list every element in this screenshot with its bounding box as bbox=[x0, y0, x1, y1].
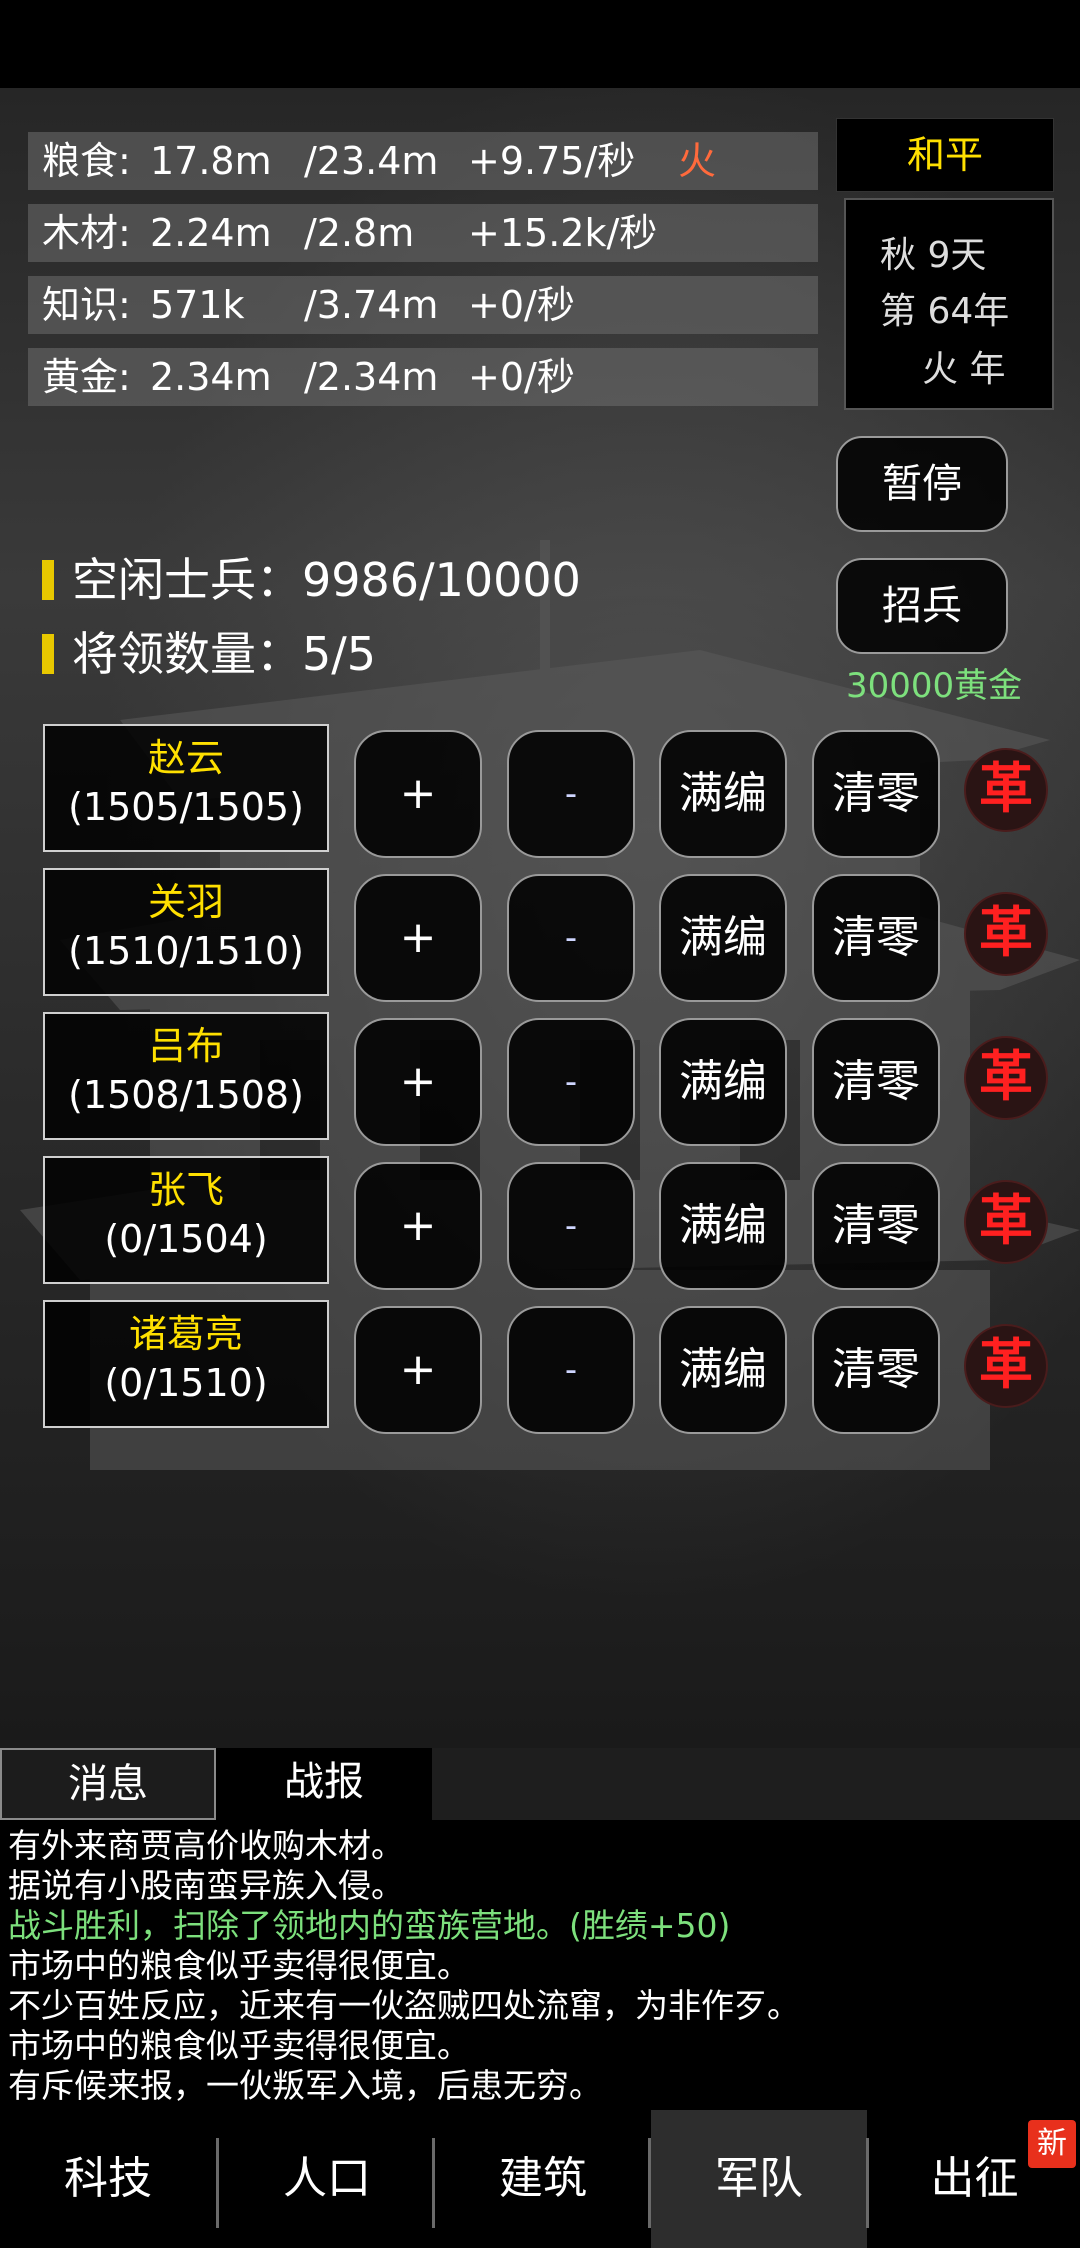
pause-button[interactable]: 暂停 bbox=[836, 436, 1008, 532]
add-troops-button[interactable]: + bbox=[354, 1162, 482, 1290]
clear-troops-button[interactable]: 清零 bbox=[812, 1162, 940, 1290]
dismiss-general-button[interactable]: 革 bbox=[964, 1180, 1048, 1264]
general-card[interactable]: 关羽 (1510/1510) bbox=[43, 868, 329, 996]
new-badge: 新 bbox=[1028, 2120, 1076, 2168]
clear-troops-button[interactable]: 清零 bbox=[812, 1306, 940, 1434]
general-card[interactable]: 张飞 (0/1504) bbox=[43, 1156, 329, 1284]
resource-current: 2.34m bbox=[150, 355, 272, 399]
date-panel: 秋 9天 第 64年 火 年 bbox=[844, 198, 1054, 410]
resource-rate: +9.75/秒 bbox=[468, 139, 636, 183]
remove-troops-button[interactable]: - bbox=[507, 730, 635, 858]
status-bar bbox=[0, 0, 1080, 88]
add-troops-button[interactable]: + bbox=[354, 1018, 482, 1146]
fill-troops-button[interactable]: 满编 bbox=[659, 1306, 787, 1434]
log-line: 有外来商贾高价收购木材。 bbox=[8, 1826, 404, 1865]
season-day: 秋 9天 bbox=[880, 235, 987, 276]
resource-max: /23.4m bbox=[304, 139, 439, 183]
resource-row-wood: 木材: 2.24m /2.8m +15.2k/秒 bbox=[28, 204, 818, 262]
resource-row-knowledge: 知识: 571k /3.74m +0/秒 bbox=[28, 276, 818, 334]
general-name: 吕布 bbox=[147, 1024, 224, 1068]
resource-current: 2.24m bbox=[150, 211, 272, 255]
dismiss-general-button[interactable]: 革 bbox=[964, 1036, 1048, 1120]
resource-rate: +15.2k/秒 bbox=[468, 211, 658, 255]
resource-current: 571k bbox=[150, 283, 245, 327]
peace-status: 和平 bbox=[836, 118, 1054, 192]
log-line: 战斗胜利，扫除了领地内的蛮族营地。(胜绩+50) bbox=[8, 1906, 731, 1945]
resource-row-gold: 黄金: 2.34m /2.34m +0/秒 bbox=[28, 348, 818, 406]
recruit-button[interactable]: 招兵 bbox=[836, 558, 1008, 654]
resource-row-food: 粮食: 17.8m /23.4m +9.75/秒 火 bbox=[28, 132, 818, 190]
general-name: 张飞 bbox=[147, 1168, 224, 1212]
clear-troops-button[interactable]: 清零 bbox=[812, 874, 940, 1002]
resource-rate: +0/秒 bbox=[468, 355, 575, 399]
fill-troops-button[interactable]: 满编 bbox=[659, 874, 787, 1002]
general-count-line: 将领数量：5/5 bbox=[42, 618, 376, 684]
log-line: 据说有小股南蛮异族入侵。 bbox=[8, 1866, 404, 1905]
remove-troops-button[interactable]: - bbox=[507, 1306, 635, 1434]
clear-troops-button[interactable]: 清零 bbox=[812, 730, 940, 858]
fill-troops-button[interactable]: 满编 bbox=[659, 1162, 787, 1290]
tab-battle-reports[interactable]: 战报 bbox=[216, 1748, 432, 1820]
fill-troops-button[interactable]: 满编 bbox=[659, 1018, 787, 1146]
nav-tech[interactable]: 科技 bbox=[0, 2110, 216, 2248]
resource-max: /2.34m bbox=[304, 355, 439, 399]
resource-name: 黄金: bbox=[42, 355, 131, 399]
resource-name: 木材: bbox=[42, 211, 131, 255]
resource-name: 知识: bbox=[42, 283, 131, 327]
log-line: 有斥候来报，一伙叛军入境，后患无穷。 bbox=[8, 2066, 602, 2105]
dismiss-general-button[interactable]: 革 bbox=[964, 1324, 1048, 1408]
remove-troops-button[interactable]: - bbox=[507, 1018, 635, 1146]
general-troops: (1505/1505) bbox=[68, 785, 304, 829]
resource-rate: +0/秒 bbox=[468, 283, 575, 327]
idle-soldiers-text: 空闲士兵：9986/10000 bbox=[72, 553, 581, 607]
tab-messages[interactable]: 消息 bbox=[0, 1748, 216, 1820]
resource-max: /2.8m bbox=[304, 211, 415, 255]
log-tabs: 消息 战报 bbox=[0, 1748, 432, 1820]
nav-army[interactable]: 军队 bbox=[651, 2110, 867, 2248]
log-line: 不少百姓反应，近来有一伙盗贼四处流窜，为非作歹。 bbox=[8, 1986, 800, 2025]
general-name: 赵云 bbox=[147, 736, 224, 780]
fill-troops-button[interactable]: 满编 bbox=[659, 730, 787, 858]
log-line: 市场中的粮食似乎卖得很便宜。 bbox=[8, 1946, 470, 1985]
resource-max: /3.74m bbox=[304, 283, 439, 327]
bottom-nav: 科技 人口 建筑 军队 出征 bbox=[0, 2110, 1080, 2248]
dismiss-general-button[interactable]: 革 bbox=[964, 748, 1048, 832]
clear-troops-button[interactable]: 清零 bbox=[812, 1018, 940, 1146]
idle-soldiers-line: 空闲士兵：9986/10000 bbox=[42, 544, 581, 610]
general-name: 关羽 bbox=[147, 880, 224, 924]
nav-population[interactable]: 人口 bbox=[219, 2110, 435, 2248]
remove-troops-button[interactable]: - bbox=[507, 874, 635, 1002]
general-troops: (1510/1510) bbox=[68, 929, 304, 973]
recruit-cost: 30000黄金 bbox=[846, 666, 1023, 706]
remove-troops-button[interactable]: - bbox=[507, 1162, 635, 1290]
general-card[interactable]: 吕布 (1508/1508) bbox=[43, 1012, 329, 1140]
add-troops-button[interactable]: + bbox=[354, 874, 482, 1002]
add-troops-button[interactable]: + bbox=[354, 730, 482, 858]
general-count-text: 将领数量：5/5 bbox=[72, 627, 377, 681]
dismiss-general-button[interactable]: 革 bbox=[964, 892, 1048, 976]
resource-name: 粮食: bbox=[42, 139, 131, 183]
general-card[interactable]: 赵云 (1505/1505) bbox=[43, 724, 329, 852]
add-troops-button[interactable]: + bbox=[354, 1306, 482, 1434]
nav-buildings[interactable]: 建筑 bbox=[435, 2110, 651, 2248]
yellow-bar-icon bbox=[42, 559, 54, 600]
resource-current: 17.8m bbox=[150, 139, 272, 183]
year-number: 第 64年 bbox=[880, 291, 1010, 332]
general-card[interactable]: 诸葛亮 (0/1510) bbox=[43, 1300, 329, 1428]
general-name: 诸葛亮 bbox=[128, 1312, 243, 1356]
yellow-bar-icon bbox=[42, 633, 54, 674]
fire-tag: 火 bbox=[678, 139, 717, 183]
message-log: 有外来商贾高价收购木材。 据说有小股南蛮异族入侵。 战斗胜利，扫除了领地内的蛮族… bbox=[0, 1820, 1080, 2110]
general-troops: (0/1510) bbox=[104, 1361, 268, 1405]
log-line: 市场中的粮食似乎卖得很便宜。 bbox=[8, 2026, 470, 2065]
element-year: 火 年 bbox=[922, 349, 1006, 390]
general-troops: (0/1504) bbox=[104, 1217, 268, 1261]
general-troops: (1508/1508) bbox=[68, 1073, 304, 1117]
